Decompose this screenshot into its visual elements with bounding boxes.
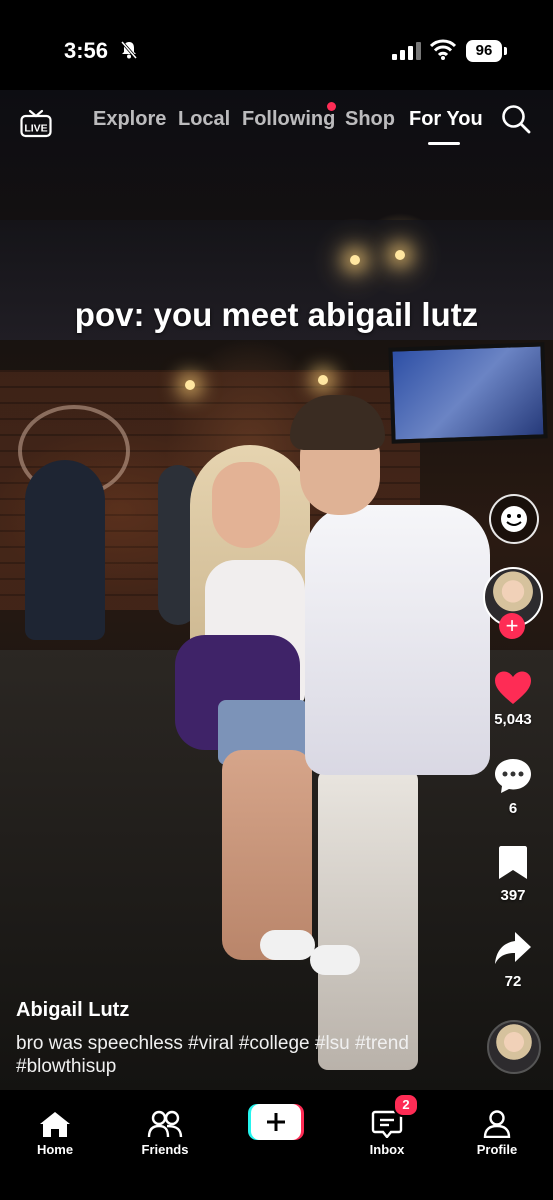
background-person bbox=[25, 460, 105, 640]
person-boy-sweater bbox=[305, 505, 490, 775]
live-button[interactable]: LIVE bbox=[20, 108, 52, 138]
friends-icon bbox=[147, 1110, 183, 1138]
battery-icon: 96 bbox=[466, 40, 502, 62]
tab-profile-label: Profile bbox=[476, 1142, 518, 1157]
heart-icon bbox=[495, 671, 531, 704]
like-count: 5,043 bbox=[494, 711, 532, 728]
effect-button[interactable] bbox=[489, 494, 539, 544]
tab-for-you[interactable]: For You bbox=[409, 108, 483, 131]
tab-friends[interactable]: Friends bbox=[120, 1110, 210, 1157]
signal-icon bbox=[392, 42, 421, 60]
share-arrow-icon bbox=[495, 932, 531, 964]
save-count: 397 bbox=[500, 887, 526, 904]
profile-icon bbox=[483, 1110, 511, 1138]
bell-slash-icon bbox=[120, 41, 138, 59]
tab-explore[interactable]: Explore bbox=[93, 108, 166, 131]
person-girl-shoe bbox=[260, 930, 315, 960]
active-tab-indicator bbox=[428, 142, 460, 145]
sound-disc-avatar[interactable] bbox=[487, 1020, 541, 1074]
ceiling-light bbox=[318, 375, 328, 385]
search-icon[interactable] bbox=[501, 104, 531, 134]
video-player[interactable] bbox=[0, 90, 553, 1090]
post-author[interactable]: Abigail Lutz bbox=[16, 999, 129, 1022]
comment-button[interactable]: 6 bbox=[486, 757, 540, 817]
following-notification-dot bbox=[327, 102, 336, 111]
tab-following[interactable]: Following bbox=[242, 108, 335, 131]
comment-icon bbox=[495, 759, 531, 793]
ceiling-light bbox=[350, 255, 360, 265]
tab-profile[interactable]: Profile bbox=[452, 1110, 542, 1157]
smiley-effect-icon bbox=[501, 506, 527, 532]
save-button[interactable]: 397 bbox=[486, 844, 540, 904]
tab-inbox-label: Inbox bbox=[369, 1142, 405, 1157]
person-boy-shoe bbox=[310, 945, 360, 975]
live-tv-icon: LIVE bbox=[20, 109, 52, 138]
tab-friends-label: Friends bbox=[141, 1142, 189, 1157]
tab-home[interactable]: Home bbox=[10, 1110, 100, 1157]
share-count: 72 bbox=[504, 973, 522, 990]
tab-home-label: Home bbox=[36, 1142, 74, 1157]
comment-count: 6 bbox=[508, 800, 518, 817]
person-boy-pants bbox=[318, 770, 418, 1070]
bookmark-icon bbox=[499, 846, 527, 879]
tab-shop[interactable]: Shop bbox=[345, 108, 395, 131]
inbox-badge: 2 bbox=[393, 1093, 419, 1117]
ceiling-light bbox=[395, 250, 405, 260]
post-description[interactable]: bro was speechless #viral #college #lsu … bbox=[16, 1032, 436, 1078]
follow-plus-button[interactable]: + bbox=[499, 613, 525, 639]
person-girl-face bbox=[212, 462, 280, 548]
wifi-icon bbox=[430, 39, 456, 60]
share-button[interactable]: 72 bbox=[486, 930, 540, 990]
home-icon bbox=[40, 1112, 70, 1137]
like-button[interactable]: 5,043 bbox=[486, 670, 540, 728]
battery-nub bbox=[504, 47, 507, 55]
top-navigation: LIVE Explore Local Following Shop For Yo… bbox=[0, 100, 553, 145]
create-plus-button[interactable] bbox=[248, 1104, 304, 1140]
person-girl-legs bbox=[222, 750, 312, 960]
tab-local[interactable]: Local bbox=[178, 108, 230, 131]
live-label: LIVE bbox=[24, 123, 47, 135]
video-tv bbox=[388, 342, 548, 444]
status-bar: 3:56 96 bbox=[0, 0, 553, 90]
tab-inbox[interactable]: Inbox bbox=[342, 1110, 432, 1157]
ceiling-light bbox=[185, 380, 195, 390]
status-time: 3:56 bbox=[64, 38, 109, 63]
video-caption-overlay: pov: you meet abigail lutz bbox=[74, 296, 479, 333]
